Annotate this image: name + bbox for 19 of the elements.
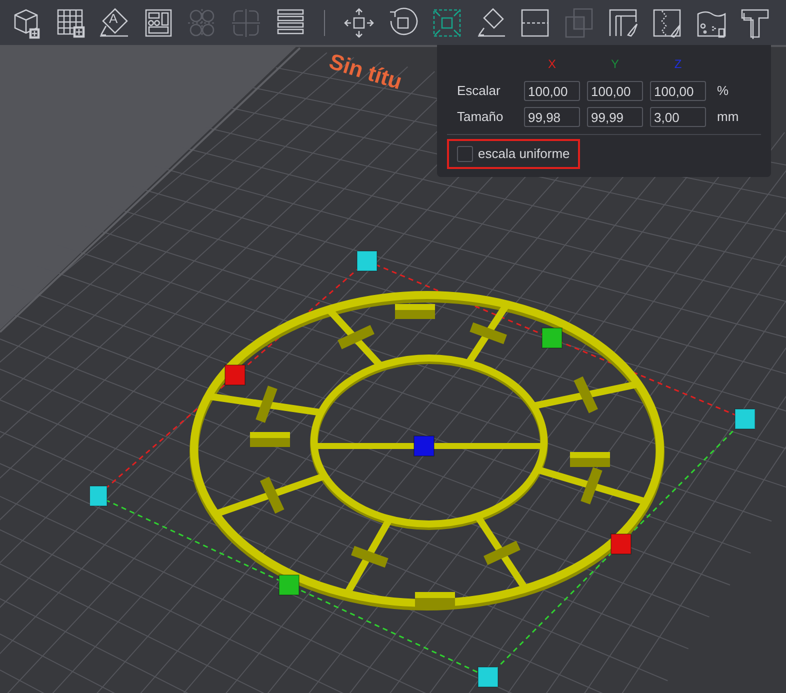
value-field[interactable]: 99,99 (587, 107, 643, 127)
axis-label: Z (673, 56, 683, 73)
row-label: Escalar (456, 82, 502, 100)
uniform-scale-checkbox[interactable] (457, 146, 473, 162)
value-field[interactable]: 99,98 (524, 107, 580, 127)
axis-label: X (546, 56, 557, 73)
checkbox-label: escala uniforme (478, 145, 570, 163)
row-label: Tamaño (456, 108, 504, 126)
value-field[interactable]: 3,00 (650, 107, 706, 127)
tool-glyph: A (109, 12, 118, 24)
orient-tool-button[interactable]: A (92, 2, 136, 42)
axis-label: Y (610, 56, 620, 73)
value-field[interactable]: 100,00 (524, 81, 580, 101)
unit-label: mm (716, 108, 740, 126)
move-icon (342, 6, 376, 40)
value-field[interactable]: 100,00 (650, 81, 706, 101)
plate-label: Sin títu (325, 48, 406, 96)
value-field[interactable]: 100,00 (587, 81, 643, 101)
unit-label: % (716, 82, 730, 100)
